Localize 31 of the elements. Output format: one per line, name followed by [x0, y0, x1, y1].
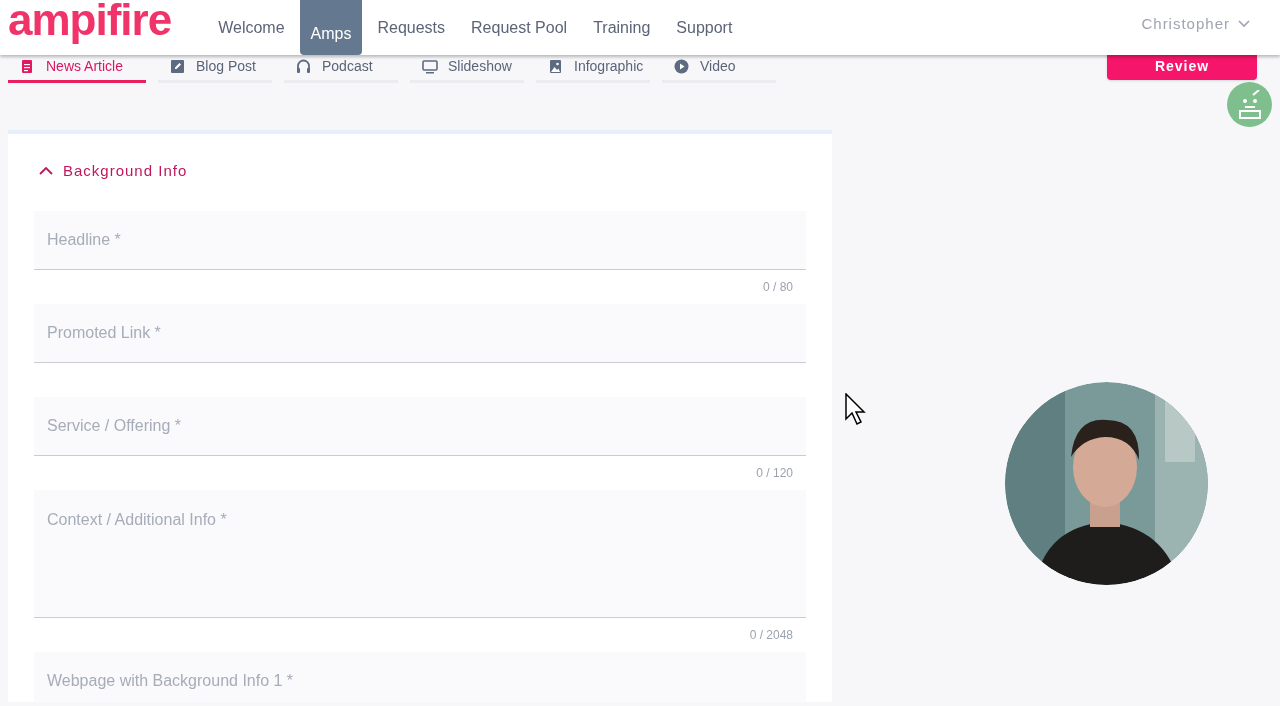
content-type-tab[interactable]: Slideshow	[410, 53, 524, 83]
input-field[interactable]: Headline *	[34, 210, 806, 270]
pencil-square-icon	[170, 58, 186, 75]
nav-tab[interactable]: Support	[665, 0, 744, 42]
character-counter: 0 / 80	[762, 278, 793, 296]
logo[interactable]: ampifire	[8, 0, 172, 42]
text-area[interactable]: Context / Additional Info *	[34, 489, 806, 618]
monitor-icon	[422, 58, 438, 75]
character-counter: 0 / 120	[756, 464, 793, 482]
input-field[interactable]: Promoted Link *	[34, 303, 806, 363]
content-type-tab[interactable]: News Article	[8, 53, 146, 83]
character-counter: 0 / 2048	[749, 626, 793, 644]
play-icon	[674, 58, 690, 75]
assistant-bot-icon[interactable]	[1227, 82, 1272, 127]
section-toggle[interactable]: Background Info	[39, 160, 188, 183]
content-type-tab[interactable]: Blog Post	[158, 53, 272, 83]
nav-tab[interactable]: Training	[582, 0, 662, 42]
content-type-tab[interactable]: Infographic	[536, 53, 650, 83]
content-type-tab[interactable]: Video	[662, 53, 776, 83]
review-button[interactable]: Review	[1107, 53, 1257, 80]
nav-tab[interactable]: Welcome	[207, 0, 296, 42]
content-type-tab[interactable]: Podcast	[284, 53, 398, 83]
image-icon	[548, 58, 564, 75]
mouse-pointer-icon	[845, 393, 867, 427]
input-field[interactable]: Webpage with Background Info 1 *	[34, 651, 806, 702]
nav-tab[interactable]: Amps	[299, 0, 363, 55]
input-field[interactable]: Service / Offering *	[34, 396, 806, 456]
nav-tab[interactable]: Requests	[366, 0, 457, 42]
nav-tab[interactable]: Request Pool	[460, 0, 579, 42]
chevron-down-icon	[1238, 20, 1250, 29]
headphones-icon	[296, 58, 312, 75]
